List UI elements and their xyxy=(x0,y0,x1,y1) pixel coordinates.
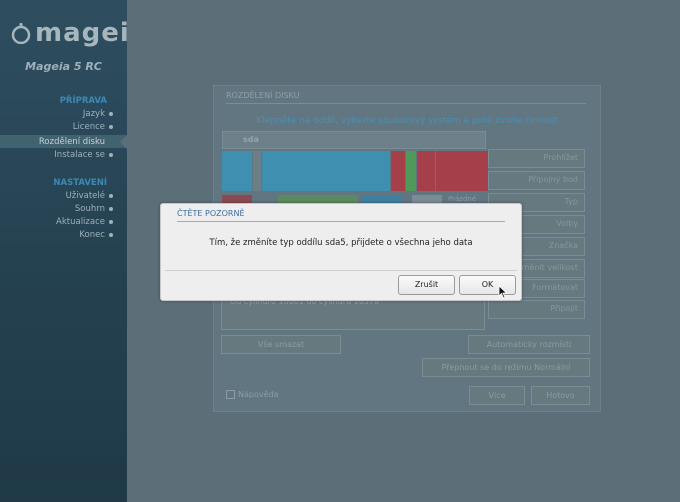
view-button[interactable]: Prohlížet xyxy=(488,149,585,168)
partition-segment[interactable] xyxy=(391,151,405,191)
dialog-message: Tím, že změníte typ oddílu sda5, přijdet… xyxy=(209,238,473,248)
clear-all-button[interactable]: Vše smazat xyxy=(221,335,341,354)
more-button[interactable]: Více xyxy=(469,386,525,405)
sidebar-item-updates[interactable]: Aktualizace xyxy=(56,217,113,227)
partition-map xyxy=(222,151,488,191)
mageia-logo: mageia xyxy=(10,18,147,50)
sidebar-item-install[interactable]: Instalace se xyxy=(54,150,113,160)
dialog-separator xyxy=(165,270,517,271)
cancel-button[interactable]: Zrušit xyxy=(398,275,455,295)
panel-title: ROZDĚLENÍ DISKU xyxy=(226,91,300,100)
version-label: Mageia 5 RC xyxy=(25,60,102,73)
warning-dialog: ČTĚTE POZORNĚ Tím, že změníte typ oddílu… xyxy=(160,203,522,301)
mount-point-button[interactable]: Připojný bod xyxy=(488,171,585,190)
legend-strip: Prázdné xyxy=(222,195,488,203)
legend-swatch xyxy=(278,195,358,203)
normal-mode-button[interactable]: Přepnout se do režimu Normální xyxy=(422,358,590,377)
section-configuration: NASTAVENÍ xyxy=(53,178,107,188)
legend-swatch xyxy=(362,195,402,203)
dialog-title: ČTĚTE POZORNĚ xyxy=(177,209,245,218)
partition-segment[interactable] xyxy=(436,151,488,191)
done-button[interactable]: Hotovo xyxy=(531,386,590,405)
section-preparation: PŘÍPRAVA xyxy=(59,96,107,106)
sidebar-item-exit[interactable]: Konec xyxy=(79,230,113,240)
mount-button[interactable]: Připojit xyxy=(488,300,585,319)
tab-sda[interactable]: sda xyxy=(243,135,259,144)
sidebar-item-partitioning-label: Rozdělení disku xyxy=(38,137,105,147)
legend-swatch xyxy=(222,195,252,203)
partition-segment[interactable] xyxy=(222,151,252,191)
mageia-logo-icon xyxy=(11,22,31,44)
partition-segment[interactable] xyxy=(262,151,390,191)
sidebar-item-license[interactable]: Licence xyxy=(73,122,114,132)
mouse-pointer-icon xyxy=(498,285,508,299)
auto-allocate-button[interactable]: Automaticky rozmísti xyxy=(468,335,590,354)
panel-instruction: Klepněte na oddíl, vyberte souborový sys… xyxy=(256,116,558,126)
disk-tab-strip: sda xyxy=(222,131,486,149)
legend-swatch xyxy=(412,195,442,203)
active-indicator-arrow xyxy=(120,135,127,149)
partition-segment[interactable] xyxy=(417,151,435,191)
panel-divider xyxy=(226,103,586,104)
partition-segment[interactable] xyxy=(253,151,261,191)
sidebar: mageia Mageia 5 RC PŘÍPRAVA Jazyk Licenc… xyxy=(0,0,147,502)
sidebar-item-users[interactable]: Uživatelé xyxy=(66,191,114,201)
help-icon xyxy=(226,390,235,399)
help-link[interactable]: Nápověda xyxy=(226,390,279,399)
help-label: Nápověda xyxy=(238,390,279,399)
sidebar-item-summary[interactable]: Souhrn xyxy=(75,204,114,214)
partition-segment[interactable] xyxy=(406,151,416,191)
dialog-title-rule xyxy=(177,221,505,222)
legend-empty-label: Prázdné xyxy=(448,195,477,203)
sidebar-item-language[interactable]: Jazyk xyxy=(83,109,114,119)
